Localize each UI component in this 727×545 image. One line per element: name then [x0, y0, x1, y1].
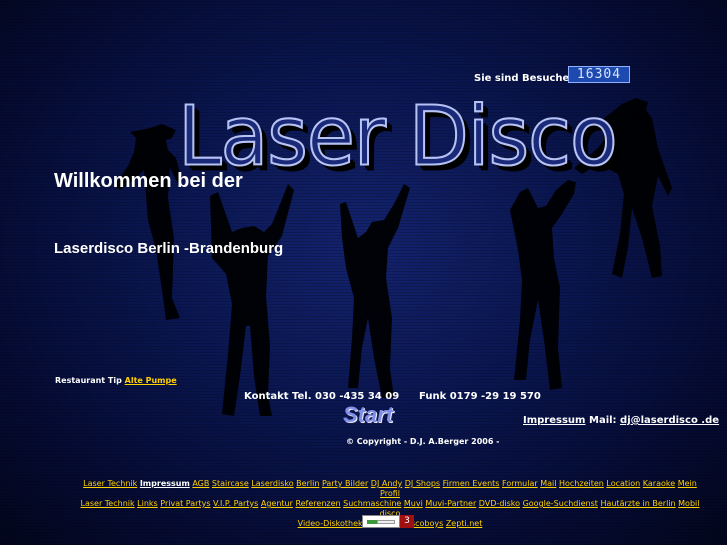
footer-link[interactable]: Formular: [502, 479, 538, 488]
footer-link[interactable]: DVD-disko: [479, 499, 520, 508]
footer-link[interactable]: Google-Suchdienst: [523, 499, 598, 508]
footer-link[interactable]: Zepti.net: [446, 519, 483, 528]
impressum-link[interactable]: Impressum: [523, 415, 585, 426]
footer-link[interactable]: Privat Partys: [160, 499, 210, 508]
footer-link[interactable]: Hochzeiten: [559, 479, 604, 488]
footer-link[interactable]: Links: [137, 499, 158, 508]
footer-link[interactable]: Suchmaschine: [343, 499, 401, 508]
footer-link[interactable]: Firmen Events: [443, 479, 500, 488]
mail-link[interactable]: dj@laserdisco .de: [620, 415, 719, 426]
footer-link[interactable]: Karaoke: [643, 479, 675, 488]
footer-link[interactable]: Impressum: [140, 479, 190, 488]
visitor-label: Sie sind Besucher: [474, 73, 575, 84]
footer-link[interactable]: Berlin: [296, 479, 319, 488]
alte-pumpe-link[interactable]: Alte Pumpe: [125, 376, 177, 385]
footer-link[interactable]: Muvi-Partner: [425, 499, 476, 508]
subtitle-heading: Laserdisco Berlin -Brandenburg: [54, 240, 284, 257]
footer-link[interactable]: Location: [606, 479, 640, 488]
mail-contact: Mail: dj@laserdisco .de: [589, 415, 719, 426]
footer-link[interactable]: AGB: [192, 479, 209, 488]
counter-badge[interactable]: 3: [362, 515, 414, 528]
copyright: © Copyright - D.J. A.Berger 2006 -: [346, 437, 500, 446]
welcome-heading: Willkommen bei der: [54, 170, 243, 192]
footer-link[interactable]: Party Bilder: [322, 479, 368, 488]
restaurant-tip: Restaurant Tip Alte Pumpe: [55, 376, 177, 385]
footer-link[interactable]: Video-Diskothek: [298, 519, 363, 528]
footer-link[interactable]: Laserdisko: [251, 479, 293, 488]
footer-link[interactable]: Muvi: [404, 499, 423, 508]
footer-link[interactable]: Mail: [540, 479, 556, 488]
visitor-counter: 16304: [568, 66, 630, 83]
start-button[interactable]: Start: [343, 402, 393, 428]
footer-link[interactable]: V.I.P. Partys: [213, 499, 258, 508]
footer-link[interactable]: Laser Technik: [83, 479, 137, 488]
laser-disco-logo: Laser Disco: [177, 89, 619, 185]
footer-links-row-1: Laser Technik Impressum AGB Staircase La…: [80, 479, 700, 499]
badge-bar: [362, 515, 400, 528]
footer-link[interactable]: Referenzen: [295, 499, 340, 508]
badge-count: 3: [400, 515, 414, 528]
contact-mobile: Funk 0179 -29 19 570: [419, 391, 541, 402]
footer-link[interactable]: Staircase: [212, 479, 249, 488]
restaurant-tip-label: Restaurant Tip: [55, 376, 122, 385]
footer-link[interactable]: Hautärzte in Berlin: [600, 499, 675, 508]
footer-link[interactable]: DJ Andy: [371, 479, 402, 488]
footer-link[interactable]: DJ Shops: [405, 479, 440, 488]
mail-label: Mail:: [589, 415, 617, 426]
footer-link[interactable]: Laser Technik: [81, 499, 135, 508]
footer-link[interactable]: Agentur: [261, 499, 293, 508]
contact-phone: Kontakt Tel. 030 -435 34 09: [244, 391, 400, 402]
